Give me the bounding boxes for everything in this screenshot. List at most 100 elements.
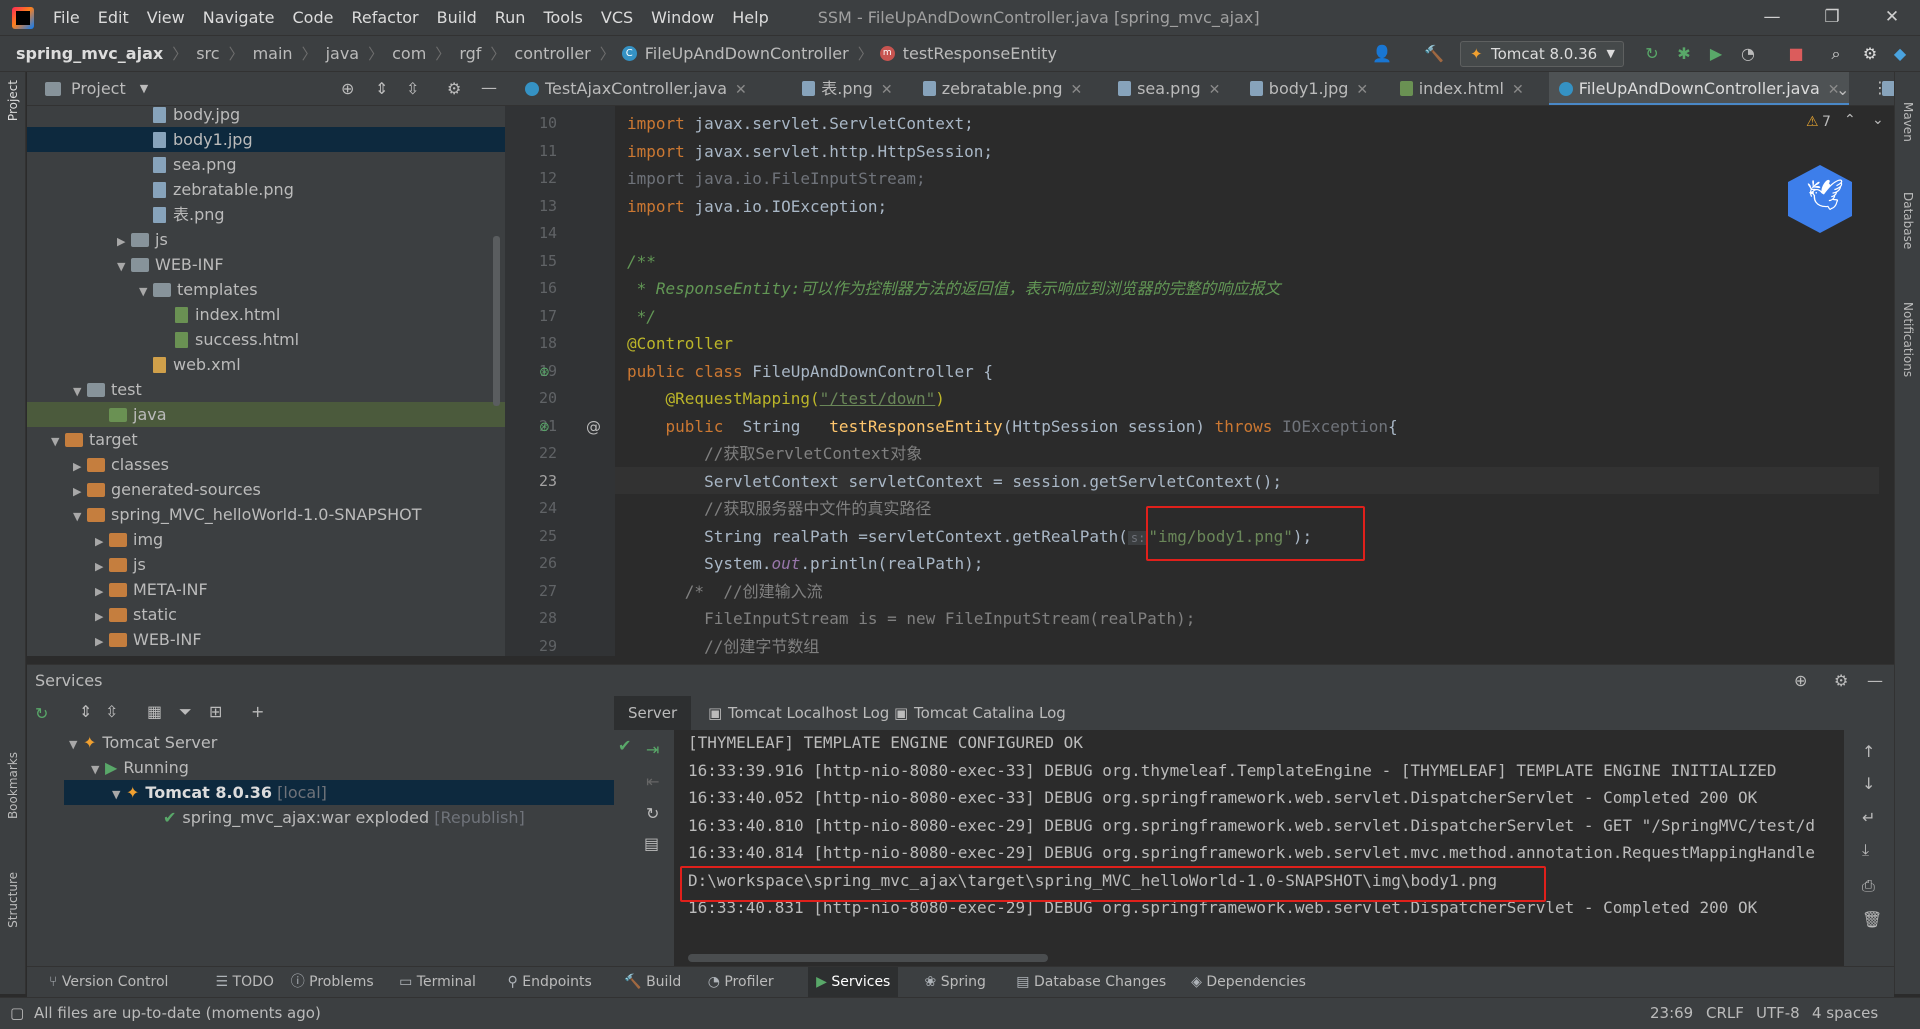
deploy-icon[interactable]: ⇥ xyxy=(646,740,659,759)
close-tab-icon[interactable]: ✕ xyxy=(735,82,747,98)
notifications-tool-button[interactable]: Notifications xyxy=(1901,302,1915,377)
menu-tools[interactable]: Tools xyxy=(534,0,591,35)
chevron-down-icon[interactable]: ▼ xyxy=(51,429,65,454)
open-browser-icon[interactable]: ▤ xyxy=(644,834,659,853)
prev-problem-icon[interactable]: ⌃ xyxy=(1844,112,1856,128)
project-tool-button[interactable]: Project xyxy=(6,80,20,121)
close-tab-icon[interactable]: ✕ xyxy=(1209,82,1221,98)
locate-icon[interactable]: ⊕ xyxy=(341,79,354,98)
tool-window-button[interactable]: ⚲ Endpoints xyxy=(500,967,600,998)
debug-icon[interactable]: ✱ xyxy=(1674,44,1694,64)
chevron-right-icon[interactable]: ▶ xyxy=(73,454,87,479)
project-tree-item[interactable]: sea.png xyxy=(27,152,505,177)
project-tree-item[interactable]: ▶ static xyxy=(27,602,505,627)
tool-window-button[interactable]: 🔨 Build xyxy=(616,967,689,998)
expand-all-icon[interactable]: ⇕ xyxy=(375,79,388,98)
editor-tab[interactable]: body1.jpg ✕ xyxy=(1240,72,1378,105)
menu-navigate[interactable]: Navigate xyxy=(194,0,284,35)
spring-bean-icon[interactable]: ⊛ xyxy=(539,365,550,380)
chevron-down-icon[interactable]: ▼ xyxy=(73,379,87,404)
project-tree-item[interactable]: ▼ test xyxy=(27,377,505,402)
close-tab-icon[interactable]: ✕ xyxy=(1071,82,1083,98)
project-tree-item[interactable]: body1.jpg xyxy=(27,127,505,152)
group-icon[interactable]: ▦ xyxy=(147,702,162,721)
rerun-icon[interactable]: ↻ xyxy=(1642,44,1662,64)
project-tree-item[interactable]: java xyxy=(27,402,505,427)
search-icon[interactable]: ⌕ xyxy=(1826,44,1846,64)
coverage-icon[interactable]: ▶ xyxy=(1706,44,1726,64)
editor-tab[interactable]: TestAjaxController.java ✕ xyxy=(515,72,757,105)
breadcrumb-rgf[interactable]: rgf xyxy=(457,44,483,63)
minimize-icon[interactable]: — xyxy=(1746,0,1798,35)
menu-edit[interactable]: Edit xyxy=(89,0,138,35)
project-tree-item[interactable]: ▼ spring_MVC_helloWorld-1.0-SNAPSHOT xyxy=(27,502,505,527)
project-tree-item[interactable]: zebratable.png xyxy=(27,177,505,202)
menu-window[interactable]: Window xyxy=(642,0,723,35)
spring-mapping-icon[interactable]: ⊛ xyxy=(539,420,550,435)
gear-icon[interactable]: ⚙ xyxy=(1860,44,1880,64)
breadcrumb-com[interactable]: com xyxy=(390,44,428,63)
jetbrains-toolbox-icon[interactable]: ◆ xyxy=(1890,44,1910,64)
tree-artifact[interactable]: ✔ spring_mvc_ajax:war exploded [Republish… xyxy=(163,805,613,830)
chevron-right-icon[interactable]: ▶ xyxy=(95,554,109,579)
run-configuration-select[interactable]: ✦ Tomcat 8.0.36 ▼ xyxy=(1460,41,1624,67)
menu-code[interactable]: Code xyxy=(284,0,343,35)
tree-tomcat-instance[interactable]: ▼ ✦ Tomcat 8.0.36 [local] xyxy=(64,780,614,805)
database-tool-button[interactable]: Database xyxy=(1901,192,1915,249)
close-tab-icon[interactable]: ✕ xyxy=(1356,82,1368,98)
collapse-all-icon[interactable]: ⇳ xyxy=(406,79,419,98)
tool-window-button[interactable]: ◈ Dependencies xyxy=(1183,967,1314,998)
project-tree-item[interactable]: ▼ target xyxy=(27,427,505,452)
menu-build[interactable]: Build xyxy=(428,0,486,35)
add-icon[interactable]: + xyxy=(251,702,264,721)
chevron-down-icon[interactable]: ▼ xyxy=(139,279,153,304)
tabs-dropdown-icon[interactable]: ⌄ xyxy=(1836,80,1849,99)
tree-tomcat-server[interactable]: ▼ ✦ Tomcat Server xyxy=(69,730,609,755)
project-panel-title[interactable]: Project xyxy=(71,79,126,98)
rerun-icon[interactable]: ↻ xyxy=(35,704,48,723)
undeploy-icon[interactable]: ⇤ xyxy=(646,772,659,791)
tab-tomcat-catalina-log[interactable]: ▣ Tomcat Catalina Log xyxy=(886,696,1066,730)
more-icon[interactable]: ⋮ xyxy=(1872,78,1888,97)
structure-tool-button[interactable]: Structure xyxy=(6,872,20,928)
tool-window-button[interactable]: ▤ Database Changes xyxy=(1008,967,1174,998)
gear-icon[interactable]: ⚙ xyxy=(1834,665,1848,697)
tool-window-button[interactable]: ▶ Services xyxy=(808,967,899,998)
print-icon[interactable]: ⎙ xyxy=(1862,876,1875,896)
project-tree-item[interactable]: ▶ META-INF xyxy=(27,577,505,602)
tool-window-button[interactable]: ⑂ Version Control xyxy=(41,967,176,998)
at-icon[interactable]: @ xyxy=(586,418,601,436)
filter-icon[interactable]: ⏷ xyxy=(179,702,192,722)
breadcrumb-controller[interactable]: controller xyxy=(512,44,592,63)
project-tree-item[interactable]: ▶ js xyxy=(27,227,505,252)
new-tab-icon[interactable]: ⊞ xyxy=(209,702,222,721)
file-encoding[interactable]: UTF-8 xyxy=(1756,998,1800,1028)
soft-wrap-icon[interactable]: ↵ xyxy=(1862,808,1875,827)
menu-file[interactable]: File xyxy=(44,0,89,35)
close-tab-icon[interactable]: ✕ xyxy=(881,82,893,98)
scroll-to-end-icon[interactable]: ⤓ xyxy=(1862,840,1869,860)
menu-help[interactable]: Help xyxy=(723,0,777,35)
project-tree-item[interactable]: ▶ classes xyxy=(27,452,505,477)
tool-window-button[interactable]: ▭ Terminal xyxy=(391,967,484,998)
breadcrumb-project[interactable]: spring_mvc_ajax xyxy=(14,44,165,63)
collapse-all-icon[interactable]: ⇳ xyxy=(105,702,118,721)
project-tree-item[interactable]: ▼ WEB-INF xyxy=(27,252,505,277)
project-tree-item[interactable]: body.jpg xyxy=(27,106,505,127)
chevron-down-icon[interactable]: ▼ xyxy=(73,504,87,529)
chevron-down-icon[interactable]: ▼ xyxy=(140,82,148,95)
hide-icon[interactable]: — xyxy=(1867,665,1883,697)
tool-window-button[interactable]: ☰ TODO xyxy=(208,967,282,998)
hide-icon[interactable]: — xyxy=(481,78,497,97)
next-problem-icon[interactable]: ⌄ xyxy=(1872,112,1884,128)
trash-icon[interactable]: 🗑 xyxy=(1862,910,1882,929)
editor-tab[interactable]: index.html ✕ xyxy=(1390,72,1534,105)
editor-tab[interactable]: zebratable.png ✕ xyxy=(913,72,1093,105)
close-icon[interactable]: ✕ xyxy=(1866,0,1918,35)
user-icon[interactable]: 👤 xyxy=(1372,44,1392,64)
breadcrumb-main[interactable]: main xyxy=(251,44,295,63)
project-tree-item[interactable]: index.html xyxy=(27,302,505,327)
project-tree-item[interactable]: ▶ WEB-INF xyxy=(27,627,505,652)
tool-window-button[interactable]: ⓘ Problems xyxy=(283,967,382,998)
warning-icon[interactable]: ⚠ xyxy=(1806,114,1819,130)
